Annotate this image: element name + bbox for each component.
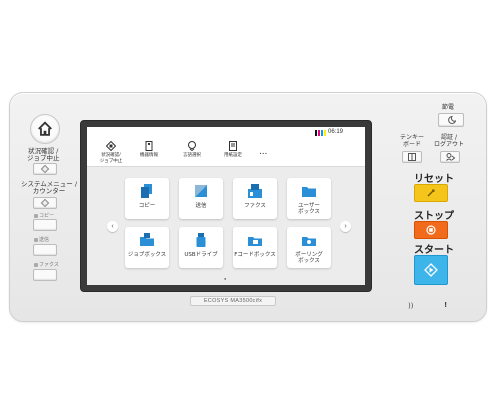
tile-label: ファクス [244, 203, 266, 209]
send-tag-label: 送信 [39, 237, 50, 243]
system-menu-key[interactable] [33, 197, 57, 209]
tile-label: Fコードボックス [234, 252, 276, 258]
paper-settings-icon [228, 141, 238, 151]
toner-black [315, 130, 317, 136]
function-bar: 状況確認/ ジョブ中止 機器情報 言語選択 用紙設定 ... [87, 139, 365, 167]
user-box-icon [302, 187, 316, 197]
polling-box-icon [302, 237, 316, 246]
copy-key[interactable] [33, 219, 57, 231]
keypad-icon [408, 153, 416, 161]
prev-page-arrow[interactable]: ‹ [107, 221, 118, 232]
system-menu-icon [40, 198, 50, 208]
tile-label: ポーリング ボックス [295, 252, 323, 264]
status-icon [40, 164, 50, 174]
func-label: 状況確認/ ジョブ中止 [99, 153, 123, 164]
tile-user-box[interactable]: ユーザー ボックス [287, 178, 331, 219]
fax-tag-label: ファクス [39, 262, 59, 268]
alert-indicator: ! [444, 301, 448, 309]
system-menu-counter-label: システムメニュー / カウンター [21, 180, 78, 195]
func-label: 言語選択 [183, 153, 201, 158]
toner-yellow [324, 130, 326, 136]
tenkey-board-label: テンキー ボード [400, 134, 425, 148]
status-job-cancel-key[interactable] [33, 163, 57, 175]
tile-polling-box[interactable]: ポーリング ボックス [287, 227, 331, 268]
home-icon [38, 121, 52, 136]
tile-copy[interactable]: コピー [125, 178, 169, 219]
clock: 06:19 [327, 129, 343, 135]
func-paper-settings[interactable]: 用紙設定 [213, 141, 253, 159]
language-icon [187, 141, 197, 151]
tenkey-board-key[interactable] [402, 151, 422, 163]
tile-label: ジョブボックス [127, 252, 167, 258]
page-indicator: ● [224, 276, 227, 281]
moon-icon [448, 116, 456, 124]
touch-screen[interactable]: 06:19 状況確認/ ジョブ中止 機器情報 言語選択 用紙設定 ... ‹ ›… [87, 127, 365, 285]
fcode-box-icon [248, 237, 262, 246]
copy-icon [141, 184, 152, 198]
fax-tag: ファクス [34, 261, 59, 268]
func-label: 用紙設定 [224, 153, 242, 158]
usb-icon [196, 233, 206, 247]
tile-fax[interactable]: ファクス [233, 178, 277, 219]
user-logout-icon [445, 153, 455, 161]
job-box-icon [140, 233, 154, 246]
toner-magenta [318, 130, 320, 136]
tile-usb-drive[interactable]: USBドライブ [179, 227, 223, 268]
tile-label: コピー [138, 203, 156, 209]
copy-tag: コピー [34, 212, 54, 219]
reset-label: リセット [414, 174, 454, 185]
toner-cyan [321, 130, 323, 136]
status-icon [106, 141, 116, 151]
func-status-job-cancel[interactable]: 状況確認/ ジョブ中止 [91, 141, 131, 164]
tile-fcode-box[interactable]: Fコードボックス [233, 227, 277, 268]
power-save-label: 節電 [442, 104, 455, 111]
auth-logout-label: 認証 / ログアウト [434, 134, 465, 148]
auth-logout-key[interactable] [440, 151, 460, 163]
stop-key[interactable] [414, 221, 448, 239]
tile-send[interactable]: 送信 [179, 178, 223, 219]
send-icon [195, 185, 207, 197]
power-save-key[interactable] [438, 113, 464, 127]
device-info-icon [144, 141, 154, 151]
tile-job-box[interactable]: ジョブボックス [125, 227, 169, 268]
next-page-arrow[interactable]: › [340, 221, 351, 232]
stop-label: ストップ [414, 211, 454, 222]
fax-key[interactable] [33, 269, 57, 281]
home-button[interactable] [30, 114, 60, 144]
func-language[interactable]: 言語選択 [172, 141, 212, 159]
model-name-plate: ECOSYS MA3500cifx [190, 296, 276, 306]
more-button[interactable]: ... [259, 146, 267, 157]
reset-key[interactable] [414, 184, 448, 202]
send-tag: 送信 [34, 236, 49, 243]
status-bar: 06:19 [87, 127, 365, 139]
start-icon [424, 263, 438, 277]
send-key[interactable] [33, 244, 57, 256]
reset-icon [427, 189, 435, 197]
toner-indicator [315, 130, 326, 136]
stop-icon [426, 225, 436, 235]
start-label: スタート [414, 245, 454, 256]
status-job-cancel-label: 状況確認 / ジョブ中止 [27, 147, 60, 162]
tile-label: USBドライブ [184, 252, 218, 258]
tile-label: ユーザー ボックス [298, 203, 320, 215]
nfc-indicator: )) [408, 302, 414, 310]
start-key[interactable] [414, 255, 448, 285]
func-label: 機器情報 [140, 153, 158, 158]
fax-icon [248, 184, 262, 198]
func-device-info[interactable]: 機器情報 [129, 141, 169, 159]
tile-label: 送信 [195, 203, 207, 209]
